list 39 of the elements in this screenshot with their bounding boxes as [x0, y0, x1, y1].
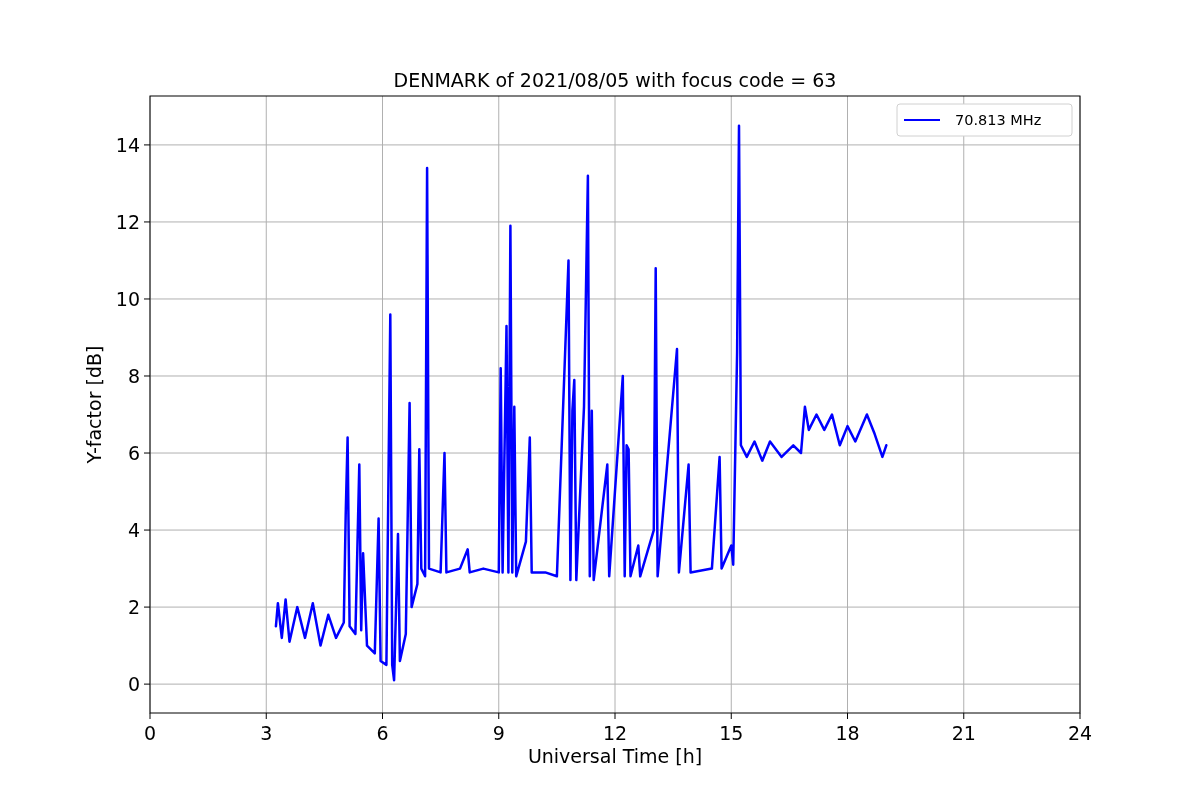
- tick-mark: [143, 683, 151, 685]
- tick-mark: [730, 712, 732, 720]
- y-tick-label: 12: [115, 210, 140, 233]
- chart-title: DENMARK of 2021/08/05 with focus code = 63: [393, 69, 837, 91]
- x-tick-label: 21: [951, 722, 976, 744]
- tick-mark: [143, 144, 151, 146]
- tick-mark: [149, 712, 151, 720]
- tick-mark: [143, 221, 151, 223]
- x-tick-label: 18: [835, 722, 860, 744]
- y-tick-label: 0: [127, 673, 140, 696]
- legend-label: 70.813 MHz: [955, 112, 1042, 128]
- x-tick-label: 15: [719, 722, 744, 744]
- tick-mark: [614, 712, 616, 720]
- x-axis-label: Universal Time [h]: [527, 745, 703, 767]
- tick-mark: [382, 712, 383, 720]
- y-tick-label: 10: [115, 287, 140, 310]
- tick-mark: [847, 712, 848, 720]
- x-tick-label: 24: [1067, 722, 1093, 744]
- y-tick-label: 2: [127, 596, 140, 619]
- y-axis-label: Y-factor [dB]: [83, 345, 105, 464]
- tick-mark: [1079, 712, 1081, 720]
- tick-mark: [963, 712, 965, 720]
- y-tick-label: 4: [127, 519, 140, 542]
- tick-mark: [143, 298, 151, 300]
- x-tick-label: 0: [143, 722, 157, 744]
- x-tick-label: 9: [492, 722, 505, 744]
- tick-mark: [143, 529, 151, 531]
- tick-mark: [143, 375, 151, 377]
- legend-line-icon: [903, 119, 941, 121]
- y-tick-label: 14: [115, 133, 140, 156]
- x-tick-label: 12: [602, 722, 628, 744]
- x-tick-label: 6: [376, 722, 389, 744]
- x-tick-label: 3: [260, 722, 273, 744]
- y-tick-label: 6: [127, 442, 140, 465]
- tick-mark: [143, 606, 151, 608]
- tick-mark: [498, 712, 500, 720]
- y-tick-label: 8: [127, 365, 140, 387]
- tick-mark: [265, 712, 267, 720]
- tick-mark: [143, 452, 151, 454]
